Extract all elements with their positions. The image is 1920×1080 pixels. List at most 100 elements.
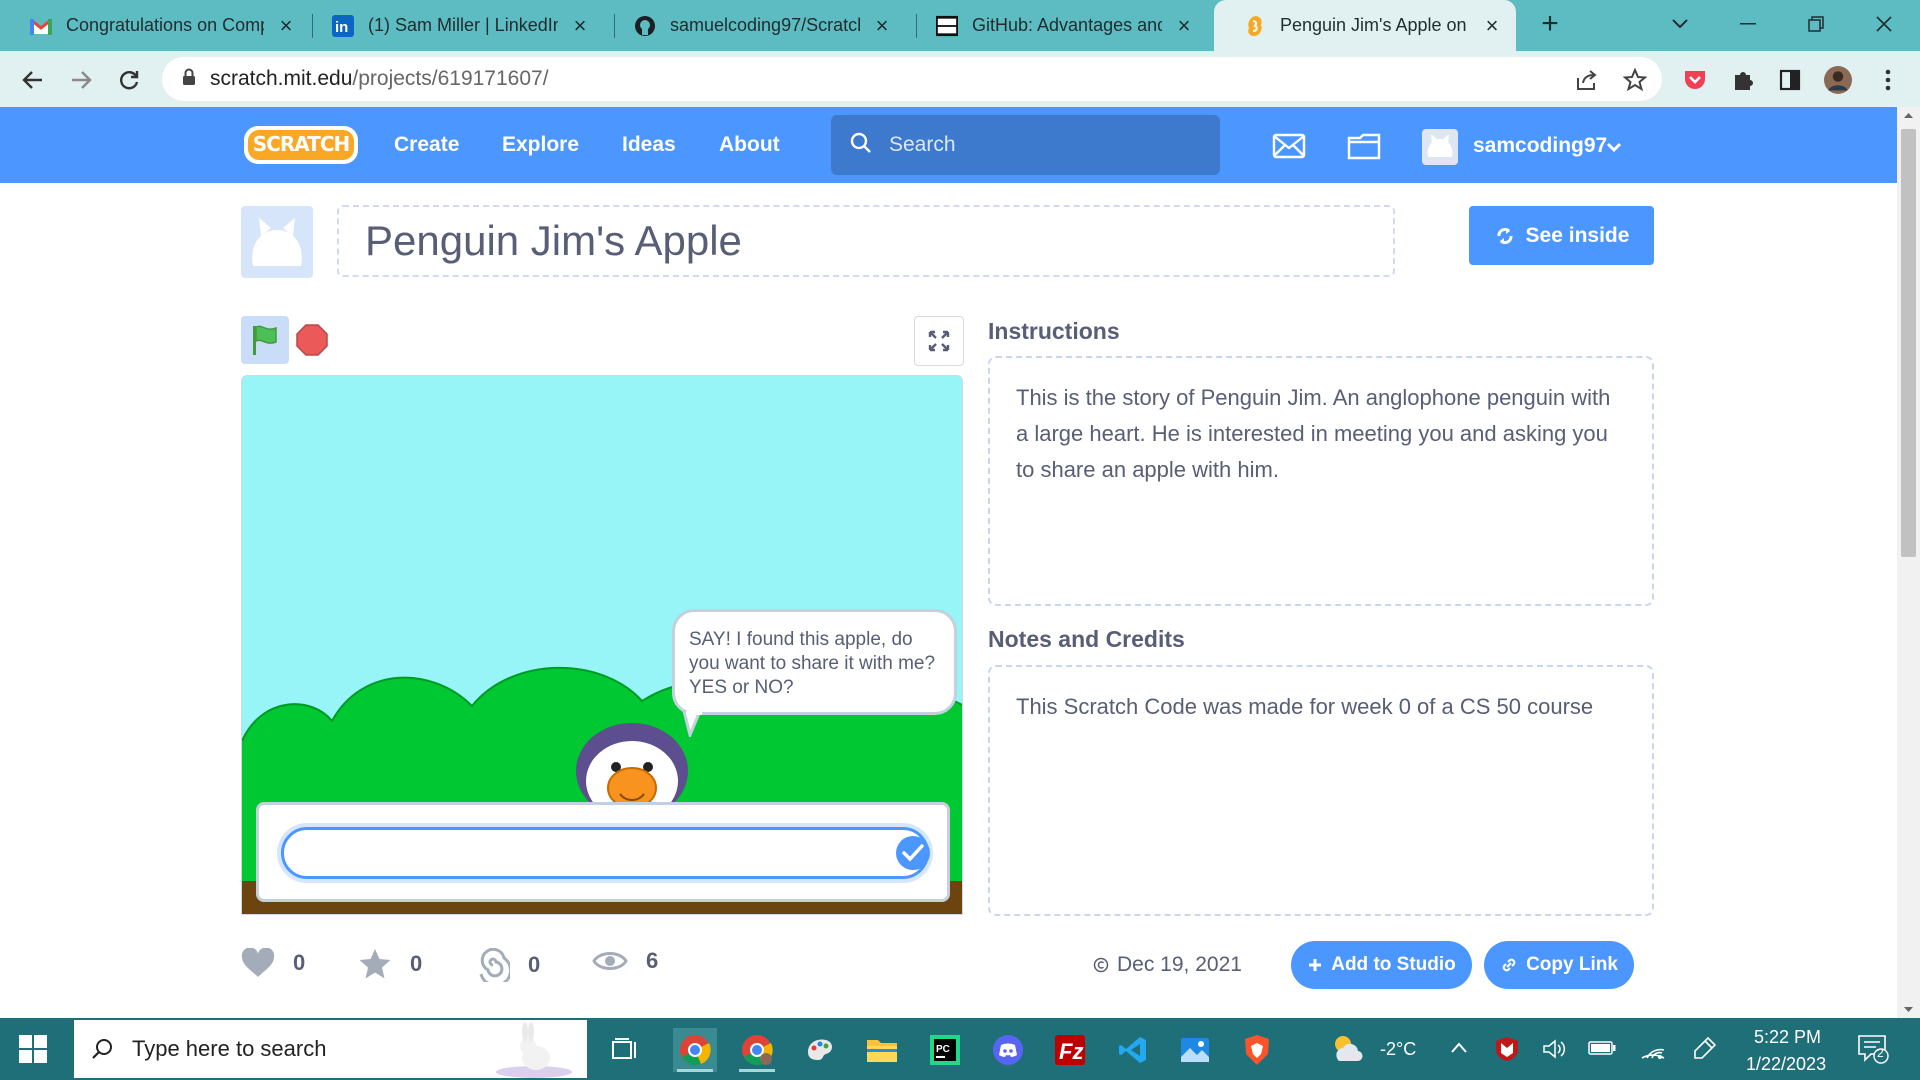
share-icon[interactable] — [1574, 67, 1600, 93]
instructions-heading: Instructions — [988, 318, 1120, 344]
remix-spiral-icon — [479, 948, 510, 982]
project-stats: 0 0 0 6 — [241, 942, 721, 988]
stop-sign-icon — [296, 324, 328, 356]
project-author-avatar[interactable] — [241, 206, 313, 278]
tab-scratch[interactable]: Penguin Jim's Apple on S × — [1214, 0, 1516, 51]
tab-linkedin[interactable]: in (1) Sam Miller | LinkedIn × — [302, 0, 604, 51]
shared-date-text: Dec 19, 2021 — [1117, 953, 1242, 976]
file-explorer-icon[interactable] — [860, 1028, 904, 1072]
search-input[interactable] — [889, 133, 1209, 157]
stop-button[interactable] — [296, 324, 328, 356]
project-stage[interactable]: SAY! I found this apple, do you want to … — [241, 375, 963, 915]
close-tab-icon[interactable]: × — [568, 13, 592, 38]
profile-avatar[interactable] — [1824, 66, 1852, 94]
paint-taskbar-icon[interactable] — [798, 1028, 842, 1072]
link-icon — [1502, 958, 1516, 972]
instructions-text[interactable]: This is the story of Penguin Jim. An ang… — [988, 356, 1654, 606]
brave-browser-icon[interactable] — [1235, 1028, 1279, 1072]
chevron-up-icon[interactable] — [1449, 1040, 1469, 1061]
nav-create[interactable]: Create — [394, 133, 459, 157]
taskbar-search[interactable] — [74, 1020, 587, 1078]
nav-ideas[interactable]: Ideas — [622, 133, 676, 157]
close-window-icon[interactable] — [1866, 8, 1902, 40]
restore-icon[interactable] — [1798, 8, 1834, 40]
chrome-profile-taskbar-icon[interactable] — [735, 1028, 779, 1072]
notifications-icon[interactable]: 2 — [1857, 1034, 1889, 1069]
user-avatar[interactable] — [1422, 129, 1458, 165]
weather-icon[interactable] — [1329, 1032, 1365, 1069]
my-stuff-folder-icon[interactable] — [1345, 129, 1383, 163]
see-inside-button[interactable]: See inside — [1469, 206, 1654, 265]
taskbar-clock-time[interactable]: 5:22 PM — [1754, 1027, 1821, 1048]
svg-text:in: in — [335, 19, 348, 36]
minimize-icon[interactable] — [1730, 8, 1766, 40]
windows-start-icon[interactable] — [18, 1034, 48, 1064]
heart-icon — [241, 948, 275, 977]
discord-icon[interactable] — [986, 1028, 1030, 1072]
url-path: /projects/619171607/ — [352, 67, 549, 90]
weather-temperature[interactable]: -2°C — [1380, 1039, 1416, 1060]
mcafee-icon[interactable] — [1495, 1036, 1519, 1067]
side-panel-icon[interactable] — [1776, 66, 1804, 94]
search-icon — [92, 1039, 112, 1059]
scroll-up-icon — [1904, 113, 1913, 118]
pen-ink-icon[interactable] — [1693, 1036, 1717, 1065]
tab-search-icon[interactable] — [1662, 8, 1698, 40]
close-tab-icon[interactable]: × — [274, 13, 298, 38]
answer-input[interactable] — [281, 827, 929, 879]
search-icon — [849, 131, 873, 160]
submit-answer-icon[interactable] — [895, 835, 931, 871]
close-tab-icon[interactable]: × — [1480, 13, 1504, 38]
chevron-down-icon[interactable] — [1604, 137, 1624, 157]
add-to-studio-button[interactable]: Add to Studio — [1291, 941, 1472, 989]
messages-icon[interactable] — [1270, 129, 1308, 163]
page-scrollbar[interactable] — [1897, 107, 1920, 1018]
fullscreen-icon — [928, 330, 950, 352]
copy-link-button[interactable]: Copy Link — [1484, 941, 1634, 989]
loves-stat[interactable]: 0 — [241, 948, 305, 978]
eye-icon — [592, 952, 628, 970]
pycharm-icon[interactable]: PC — [923, 1028, 967, 1072]
volume-icon[interactable] — [1542, 1038, 1566, 1065]
url-host: scratch.mit.edu — [210, 67, 353, 90]
tab-betwizzen[interactable]: GitHub: Advantages and × — [906, 0, 1208, 51]
tab-gmail[interactable]: Congratulations on Comp × — [0, 0, 310, 51]
green-flag-button[interactable] — [241, 316, 289, 364]
extensions-puzzle-icon[interactable] — [1729, 66, 1757, 94]
project-title[interactable]: Penguin Jim's Apple — [337, 205, 1395, 277]
taskbar-clock-date[interactable]: 1/22/2023 — [1746, 1054, 1826, 1075]
scrollbar-thumb[interactable] — [1901, 129, 1916, 557]
views-stat: 6 — [592, 948, 658, 974]
close-tab-icon[interactable]: × — [870, 13, 894, 38]
bookmark-star-icon[interactable] — [1622, 67, 1648, 93]
chrome-taskbar-icon[interactable] — [673, 1028, 717, 1072]
battery-icon[interactable] — [1588, 1040, 1616, 1061]
svg-text:PC: PC — [936, 1044, 950, 1055]
reload-icon[interactable] — [112, 63, 146, 97]
tab-github[interactable]: samuelcoding97/Scratch: × — [604, 0, 906, 51]
forward-icon[interactable] — [64, 63, 98, 97]
favorites-stat[interactable]: 0 — [358, 948, 422, 980]
photos-icon[interactable] — [1173, 1028, 1217, 1072]
filezilla-icon[interactable]: Fz — [1048, 1028, 1092, 1072]
scratch-search[interactable] — [831, 115, 1220, 175]
nav-about[interactable]: About — [719, 133, 780, 157]
vscode-icon[interactable] — [1111, 1028, 1155, 1072]
lock-icon — [182, 68, 196, 91]
pocket-extension-icon[interactable] — [1681, 66, 1709, 94]
nav-explore[interactable]: Explore — [502, 133, 579, 157]
notes-text[interactable]: This Scratch Code was made for week 0 of… — [988, 665, 1654, 916]
taskbar-search-input[interactable] — [132, 1036, 512, 1062]
username[interactable]: samcoding97 — [1473, 134, 1607, 158]
green-flag-icon — [253, 325, 277, 355]
fullscreen-button[interactable] — [914, 316, 964, 366]
address-bar[interactable]: scratch.mit.edu/projects/619171607/ — [162, 57, 1662, 101]
back-icon[interactable] — [16, 63, 50, 97]
wifi-icon[interactable] — [1640, 1036, 1666, 1065]
scratch-logo[interactable]: SCRATCH — [242, 122, 360, 168]
plus-icon — [1309, 959, 1322, 971]
new-tab-button[interactable]: + — [1535, 9, 1565, 39]
task-view-icon[interactable] — [603, 1028, 647, 1072]
close-tab-icon[interactable]: × — [1172, 13, 1196, 38]
browser-menu-icon[interactable] — [1874, 66, 1902, 94]
